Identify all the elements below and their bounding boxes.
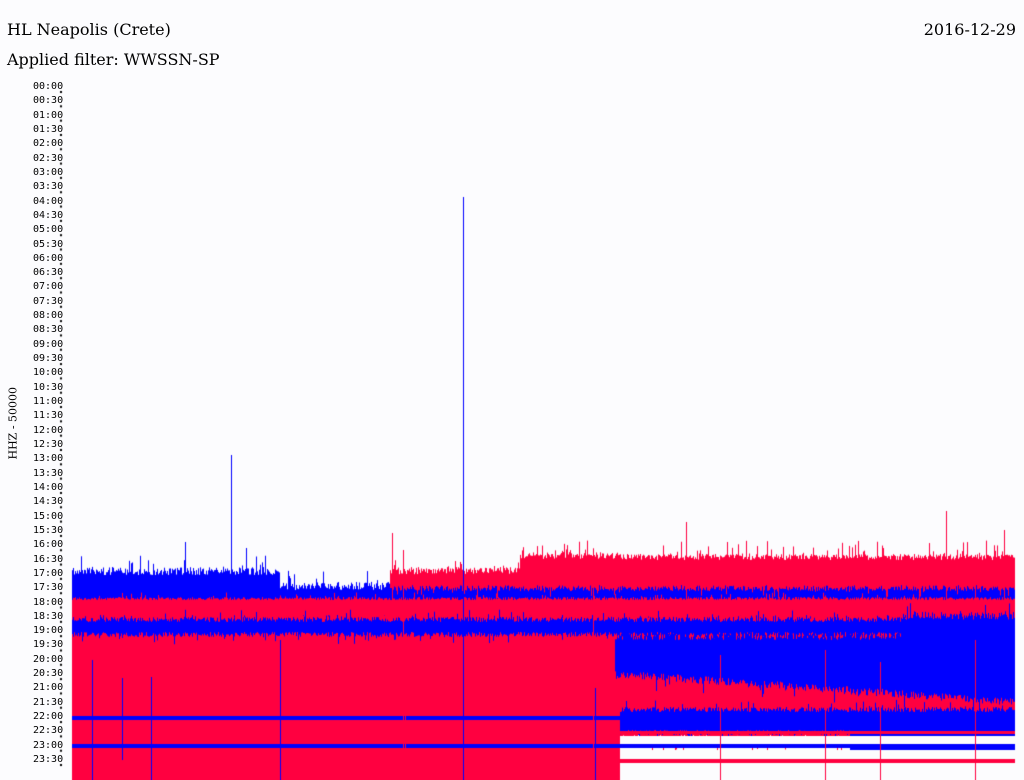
time-tick-label: 23:30 (33, 754, 64, 766)
time-tick-label: 15:30 (33, 524, 64, 536)
time-tick-label: 23:00 (33, 739, 64, 751)
time-tick-label: 15:00 (33, 510, 64, 522)
time-tick-label: 05:30 (33, 238, 64, 250)
time-tick-label: 08:30 (33, 324, 64, 336)
time-tick-label: 10:00 (33, 367, 64, 379)
time-tick-label: 17:30 (33, 582, 64, 594)
time-tick-label: 20:00 (33, 653, 64, 665)
time-tick-label: 02:30 (33, 152, 64, 164)
time-tick-label: 05:00 (33, 224, 64, 236)
time-tick-label: 18:00 (33, 596, 64, 608)
time-tick-label: 16:30 (33, 553, 64, 565)
time-tick-label: 03:30 (33, 181, 64, 193)
time-tick-label: 01:30 (33, 123, 64, 135)
time-tick-label: 19:00 (33, 625, 64, 637)
time-tick-label: 18:30 (33, 610, 64, 622)
time-tick-label: 13:30 (33, 467, 64, 479)
time-tick-label: 00:30 (33, 95, 64, 107)
time-tick-label: 06:30 (33, 267, 64, 279)
time-tick-label: 01:00 (33, 109, 64, 121)
time-tick-label: 21:00 (33, 682, 64, 694)
time-tick-label: 12:00 (33, 424, 64, 436)
y-axis-label: HHZ - 50000 (6, 386, 20, 460)
time-tick-label: 04:30 (33, 209, 64, 221)
time-tick-label: 07:00 (33, 281, 64, 293)
time-tick-label: 16:00 (33, 539, 64, 551)
time-tick-label: 11:00 (33, 396, 64, 408)
time-tick-label: 11:30 (33, 410, 64, 422)
time-tick-label: 04:00 (33, 195, 64, 207)
time-tick-label: 03:00 (33, 166, 64, 178)
station-title: HL Neapolis (Crete) (7, 20, 171, 39)
time-tick-label: 12:30 (33, 439, 64, 450)
time-tick-label: 07:30 (33, 295, 64, 307)
time-tick-label: 21:30 (33, 696, 64, 708)
time-tick-label: 06:00 (33, 252, 64, 264)
time-tick-label: 09:00 (33, 338, 64, 350)
time-tick-label: 19:30 (33, 639, 64, 651)
time-tick-label: 20:30 (33, 668, 64, 680)
time-tick-label: 22:30 (33, 725, 64, 737)
time-tick-label: 14:30 (33, 496, 64, 508)
time-tick-label: 14:00 (33, 481, 64, 493)
time-tick-label: 02:00 (33, 138, 64, 150)
time-tick-label: 08:00 (33, 310, 64, 322)
time-tick-label: 13:00 (33, 453, 64, 465)
time-tick-label: 09:30 (33, 353, 64, 365)
time-tick-label: 22:00 (33, 711, 64, 723)
time-tick-label: 17:00 (33, 567, 64, 579)
time-tick-label: 00:00 (33, 81, 64, 92)
date-label: 2016-12-29 (923, 20, 1016, 39)
time-tick-label: 10:30 (33, 381, 64, 393)
seismogram-plot (0, 0, 1024, 780)
filter-label: Applied filter: WWSSN-SP (7, 50, 220, 69)
